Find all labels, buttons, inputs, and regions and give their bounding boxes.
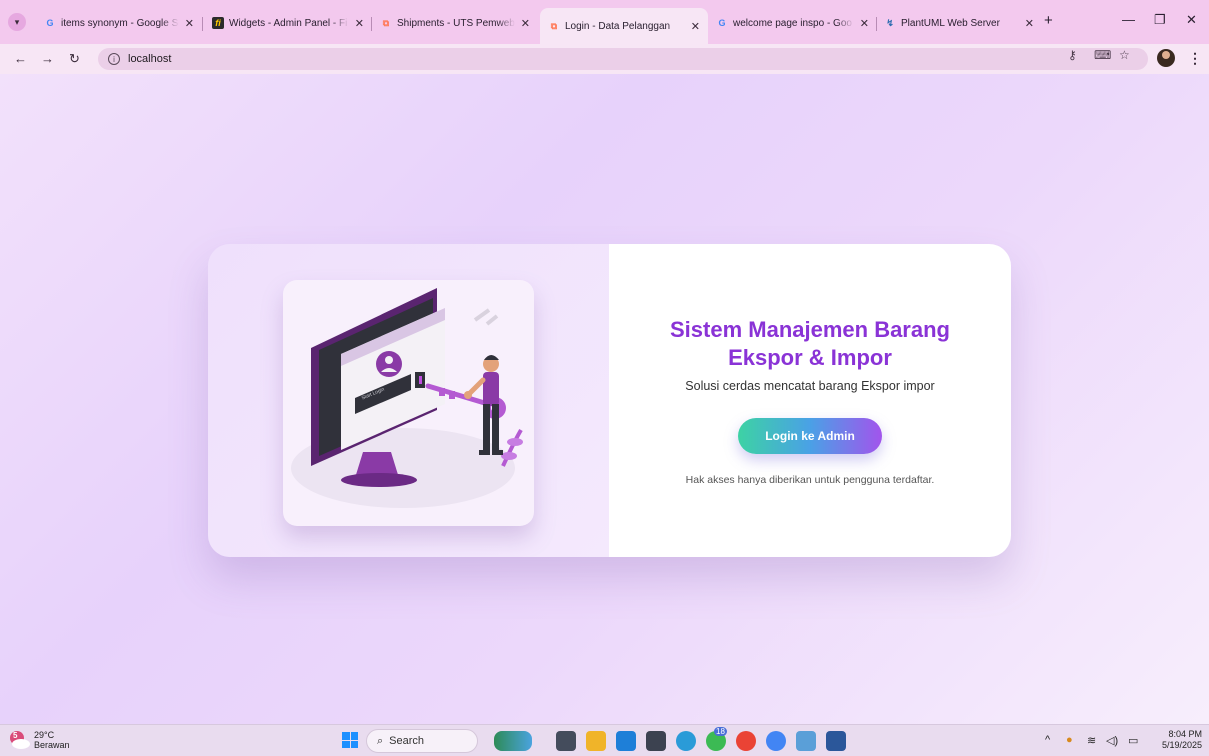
bookmark-star-icon[interactable]: ☆ xyxy=(1119,48,1130,62)
google-icon: G xyxy=(718,18,726,28)
restore-icon[interactable]: ❐ xyxy=(1154,12,1166,28)
chrome-icon[interactable]: 18 xyxy=(706,727,727,751)
system-clock[interactable]: 8:04 PM 5/19/2025 xyxy=(1162,729,1202,751)
close-icon[interactable]: ✕ xyxy=(1025,17,1034,30)
page-background: Start Login Sistem Manajemen Barang Eksp… xyxy=(0,74,1209,724)
close-icon[interactable]: ✕ xyxy=(860,17,869,30)
login-admin-button[interactable]: Login ke Admin xyxy=(738,418,882,454)
tab-title: welcome page inspo - Goo xyxy=(733,17,852,29)
login-illustration xyxy=(291,288,523,508)
laravel-icon: ⧉ xyxy=(550,20,558,31)
terminal-icon[interactable] xyxy=(646,731,666,751)
browser-tab[interactable]: ⧉ Shipments - UTS Pemweb ✕ xyxy=(380,12,530,34)
chrome-badge: 18 xyxy=(714,727,727,736)
browser-tab[interactable]: ↯ PlantUML Web Server ✕ xyxy=(884,12,1034,34)
menu-icon[interactable]: ⋮ xyxy=(1188,50,1202,67)
tab-title: items synonym - Google Se xyxy=(61,17,179,29)
weather-widget[interactable]: 29°C Berawan xyxy=(34,730,70,750)
profile-avatar[interactable] xyxy=(1157,49,1175,67)
google-icon: G xyxy=(46,18,54,28)
close-window-icon[interactable]: ✕ xyxy=(1186,12,1197,28)
weather-badge: 5 xyxy=(13,731,18,740)
password-key-icon[interactable]: ⚷ xyxy=(1068,48,1077,62)
battery-icon[interactable]: ▭ xyxy=(1128,734,1138,747)
photos-icon[interactable] xyxy=(796,731,816,751)
address-text: localhost xyxy=(128,53,172,65)
app-circle-icon[interactable] xyxy=(676,731,696,751)
search-icon: ⌕ xyxy=(377,734,384,747)
plantuml-icon: ↯ xyxy=(886,17,894,28)
chevron-up-icon[interactable]: ^ xyxy=(1045,734,1050,746)
weather-cloud-icon[interactable] xyxy=(8,730,30,750)
close-icon[interactable]: ✕ xyxy=(521,17,530,30)
laravel-icon: ⧉ xyxy=(382,17,390,28)
access-note: Hak akses hanya diberikan untuk pengguna… xyxy=(685,474,935,486)
tab-title: Shipments - UTS Pemweb xyxy=(397,17,515,29)
illustration-frame: Start Login xyxy=(283,280,534,526)
browser-tab[interactable]: G items synonym - Google Se ✕ xyxy=(44,12,194,34)
browser-tab[interactable]: fi Widgets - Admin Panel - Fi ✕ xyxy=(212,12,364,34)
title-line-1: Sistem Manajemen Barang xyxy=(670,317,950,342)
forward-icon[interactable]: → xyxy=(41,51,54,66)
filament-icon: fi xyxy=(212,17,224,29)
close-icon[interactable]: ✕ xyxy=(185,17,194,30)
browser-toolbar: ← → ↻ i localhost ⚷ ⌨ ☆ ⋮ xyxy=(0,44,1209,74)
card-content-panel: Sistem Manajemen Barang Ekspor & Impor S… xyxy=(609,244,1011,557)
page-title: Sistem Manajemen Barang Ekspor & Impor xyxy=(670,316,950,372)
file-explorer-icon[interactable] xyxy=(586,731,606,751)
site-info-icon[interactable]: i xyxy=(108,53,120,65)
tab-title: PlantUML Web Server xyxy=(901,17,1000,29)
reload-icon[interactable]: ↻ xyxy=(69,51,80,67)
windows-taskbar: 5 29°C Berawan ⌕ Search 18 ^ ● ≋ ◁) ▭ 8:… xyxy=(0,724,1209,756)
title-line-2: Ekspor & Impor xyxy=(728,345,892,370)
weather-temp: 29°C xyxy=(34,730,55,740)
clock-date: 5/19/2025 xyxy=(1162,740,1203,750)
clock-time: 8:04 PM xyxy=(1168,729,1203,739)
tab-title: Widgets - Admin Panel - Fi xyxy=(229,17,348,29)
login-card: Start Login Sistem Manajemen Barang Eksp… xyxy=(208,244,1011,557)
vscode-icon[interactable] xyxy=(616,731,636,751)
close-icon[interactable]: ✕ xyxy=(691,20,700,33)
translate-icon[interactable]: ⌨ xyxy=(1094,48,1111,62)
windows-start-icon[interactable] xyxy=(342,732,358,748)
widgets-landscape-icon[interactable] xyxy=(494,731,532,751)
minimize-icon[interactable]: — xyxy=(1122,12,1135,27)
new-tab-button[interactable]: + xyxy=(1044,12,1053,29)
back-icon[interactable]: ← xyxy=(14,51,27,66)
chrome-profile-icon[interactable] xyxy=(736,731,756,751)
search-label: Search xyxy=(389,735,425,747)
taskbar-search[interactable]: ⌕ Search xyxy=(366,729,478,753)
wifi-icon[interactable]: ≋ xyxy=(1087,734,1096,747)
browser-tab[interactable]: G welcome page inspo - Goo ✕ xyxy=(716,12,869,34)
word-icon[interactable] xyxy=(826,731,846,751)
tab-search-button[interactable]: ▾ xyxy=(8,13,26,31)
tray-app-icon[interactable]: ● xyxy=(1066,734,1073,746)
chrome-canary-icon[interactable] xyxy=(766,731,786,751)
volume-icon[interactable]: ◁) xyxy=(1106,734,1118,747)
close-icon[interactable]: ✕ xyxy=(355,17,364,30)
page-subtitle: Solusi cerdas mencatat barang Ekspor imp… xyxy=(685,379,935,393)
tab-title: Login - Data Pelanggan xyxy=(565,20,671,32)
address-bar[interactable]: i localhost xyxy=(98,48,1148,70)
task-view-icon[interactable] xyxy=(556,731,576,751)
card-illustration-panel: Start Login xyxy=(208,244,609,557)
tab-strip: ▾ G items synonym - Google Se ✕ fi Widge… xyxy=(0,0,1209,44)
browser-tab-active[interactable]: ⧉ Login - Data Pelanggan ✕ xyxy=(540,8,708,44)
weather-desc: Berawan xyxy=(34,740,70,750)
